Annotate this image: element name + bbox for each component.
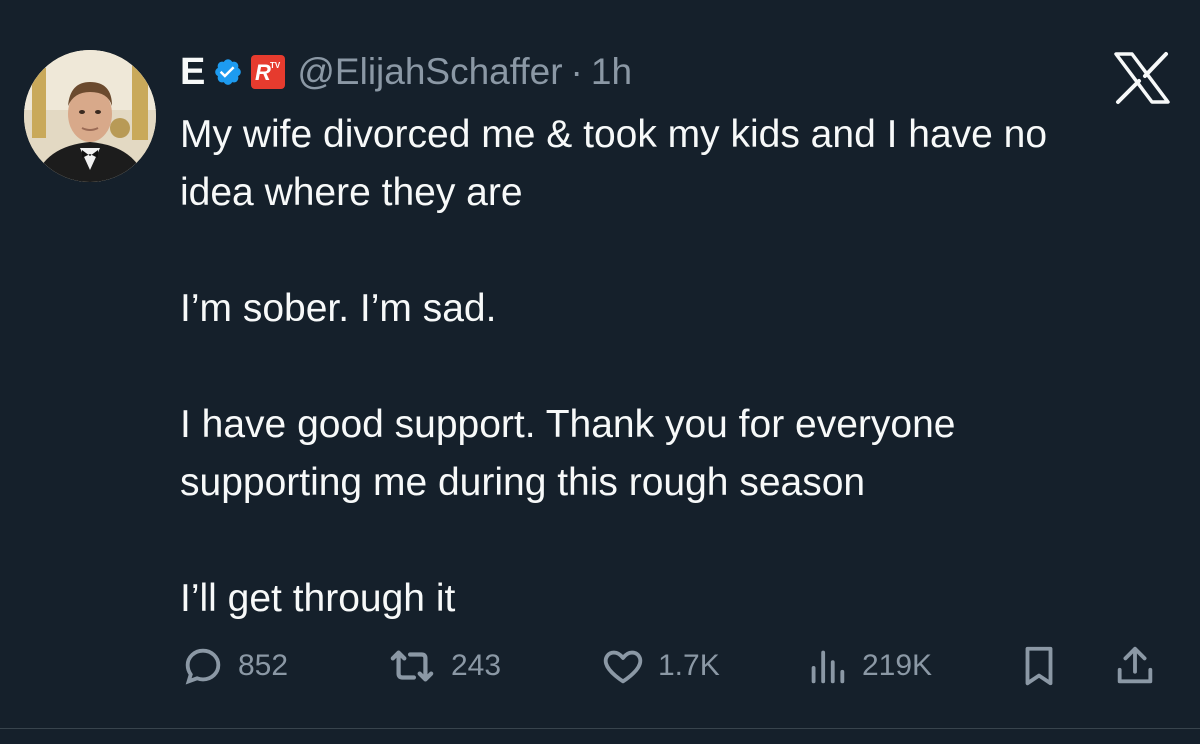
tweet[interactable]: E R TV @ElijahSchaffer · 1h My wife divo… (0, 0, 1200, 744)
affiliate-badge[interactable]: R TV (251, 55, 286, 89)
views-icon (804, 643, 850, 689)
retweet-button[interactable]: 243 (385, 636, 501, 696)
avatar[interactable] (24, 50, 156, 182)
reply-count: 852 (238, 649, 289, 682)
tweet-line: idea where they are (180, 171, 523, 214)
tweet-line: supporting me during this rough season (180, 461, 866, 504)
action-bar: 852 243 1.7K 219K (180, 636, 1170, 696)
svg-text:TV: TV (270, 61, 281, 70)
svg-text:R: R (255, 60, 271, 85)
display-name[interactable]: E (180, 51, 205, 94)
heart-icon (600, 643, 646, 689)
verified-badge-icon (213, 57, 243, 87)
tweet-line: I have good support. Thank you for every… (180, 403, 956, 446)
tweet-text: My wife divorced me & took my kids and I… (180, 106, 1180, 628)
like-count: 1.7K (658, 649, 720, 682)
tweet-header: E R TV @ElijahSchaffer · 1h (180, 48, 632, 96)
retweet-icon (385, 643, 439, 689)
bookmark-icon (1016, 643, 1062, 689)
tweet-line: I’m sober. I’m sad. (180, 287, 497, 330)
share-button[interactable] (1112, 636, 1158, 696)
reply-icon (180, 643, 226, 689)
tweet-line: I’ll get through it (180, 577, 456, 620)
bookmark-button[interactable] (1016, 636, 1062, 696)
timestamp[interactable]: 1h (591, 51, 632, 93)
retweet-count: 243 (451, 649, 502, 682)
divider (0, 728, 1200, 729)
share-icon (1112, 643, 1158, 689)
like-button[interactable]: 1.7K (600, 636, 720, 696)
separator-dot: · (570, 51, 583, 92)
avatar-photo (24, 50, 156, 182)
x-logo-icon (1112, 50, 1172, 106)
reply-button[interactable]: 852 (180, 636, 288, 696)
handle[interactable]: @ElijahSchaffer (297, 51, 562, 93)
tweet-line: My wife divorced me & took my kids and I… (180, 113, 1048, 156)
views-button[interactable]: 219K (804, 636, 932, 696)
views-count: 219K (862, 649, 933, 682)
